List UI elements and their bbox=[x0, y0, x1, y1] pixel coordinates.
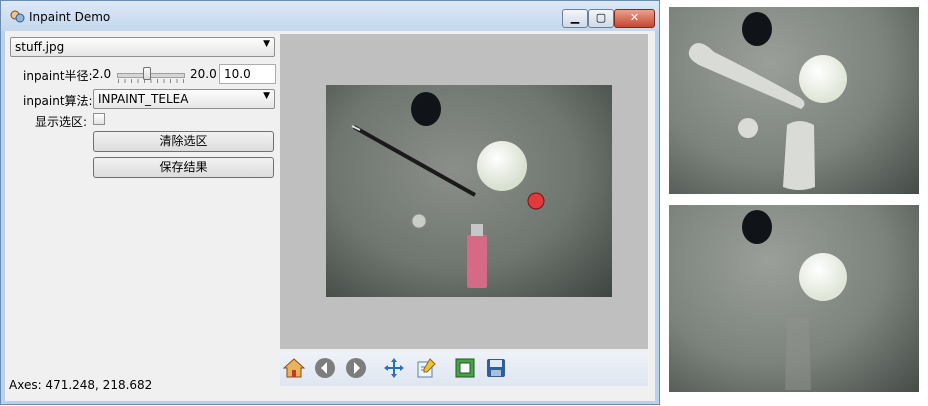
title-bar[interactable]: Inpaint Demo ▁ ▢ ✕ bbox=[1, 1, 659, 31]
save-result-button[interactable]: 保存结果 bbox=[93, 157, 274, 178]
radius-label: inpaint半径: bbox=[23, 69, 93, 83]
minimize-icon: ▁ bbox=[570, 11, 580, 24]
file-select-value: stuff.jpg bbox=[15, 40, 65, 54]
show-selection-label: 显示选区: bbox=[35, 115, 88, 129]
radius-slider-ticks bbox=[118, 79, 184, 83]
radius-slider-track[interactable] bbox=[117, 73, 185, 78]
app-window: Inpaint Demo ▁ ▢ ✕ stuff.jpg ▼ inpaint半径… bbox=[0, 0, 660, 405]
radius-input[interactable]: 10.0 bbox=[219, 64, 276, 84]
chevron-down-icon: ▼ bbox=[263, 91, 270, 101]
figure-canvas[interactable] bbox=[280, 34, 648, 349]
close-icon: ✕ bbox=[629, 11, 640, 24]
file-select[interactable]: stuff.jpg ▼ bbox=[10, 37, 275, 57]
show-selection-checkbox[interactable] bbox=[93, 113, 105, 125]
back-icon[interactable] bbox=[314, 357, 336, 379]
close-button[interactable]: ✕ bbox=[614, 9, 655, 28]
masked-photo bbox=[688, 12, 847, 190]
masked-image bbox=[669, 7, 919, 194]
forward-icon[interactable] bbox=[345, 357, 367, 379]
edit-icon[interactable] bbox=[415, 357, 437, 379]
plot-image[interactable] bbox=[326, 85, 612, 297]
app-icon bbox=[10, 10, 25, 23]
status-text: Axes: 471.248, 218.682 bbox=[9, 378, 153, 392]
radius-slider-thumb[interactable] bbox=[142, 67, 151, 80]
source-photo bbox=[351, 92, 545, 288]
method-select[interactable]: INPAINT_TELEA ▼ bbox=[93, 89, 275, 109]
result-image bbox=[669, 205, 919, 392]
plot-toolbar bbox=[280, 352, 648, 386]
pan-icon[interactable] bbox=[383, 357, 405, 379]
radius-max-label: 20.0 bbox=[190, 67, 217, 81]
minimize-button[interactable]: ▁ bbox=[562, 9, 588, 28]
maximize-icon: ▢ bbox=[595, 11, 607, 24]
subplots-icon[interactable] bbox=[454, 357, 476, 379]
save-icon[interactable] bbox=[485, 357, 507, 379]
maximize-button[interactable]: ▢ bbox=[588, 9, 614, 28]
window-title: Inpaint Demo bbox=[29, 10, 111, 24]
radius-min-label: 2.0 bbox=[92, 67, 112, 81]
radius-input-value: 10.0 bbox=[224, 67, 251, 81]
chevron-down-icon: ▼ bbox=[263, 39, 270, 49]
clear-selection-button[interactable]: 清除选区 bbox=[93, 131, 274, 152]
method-select-value: INPAINT_TELEA bbox=[98, 92, 189, 106]
home-icon[interactable] bbox=[283, 357, 305, 379]
method-label: inpaint算法: bbox=[23, 94, 93, 108]
result-photo bbox=[742, 210, 847, 390]
